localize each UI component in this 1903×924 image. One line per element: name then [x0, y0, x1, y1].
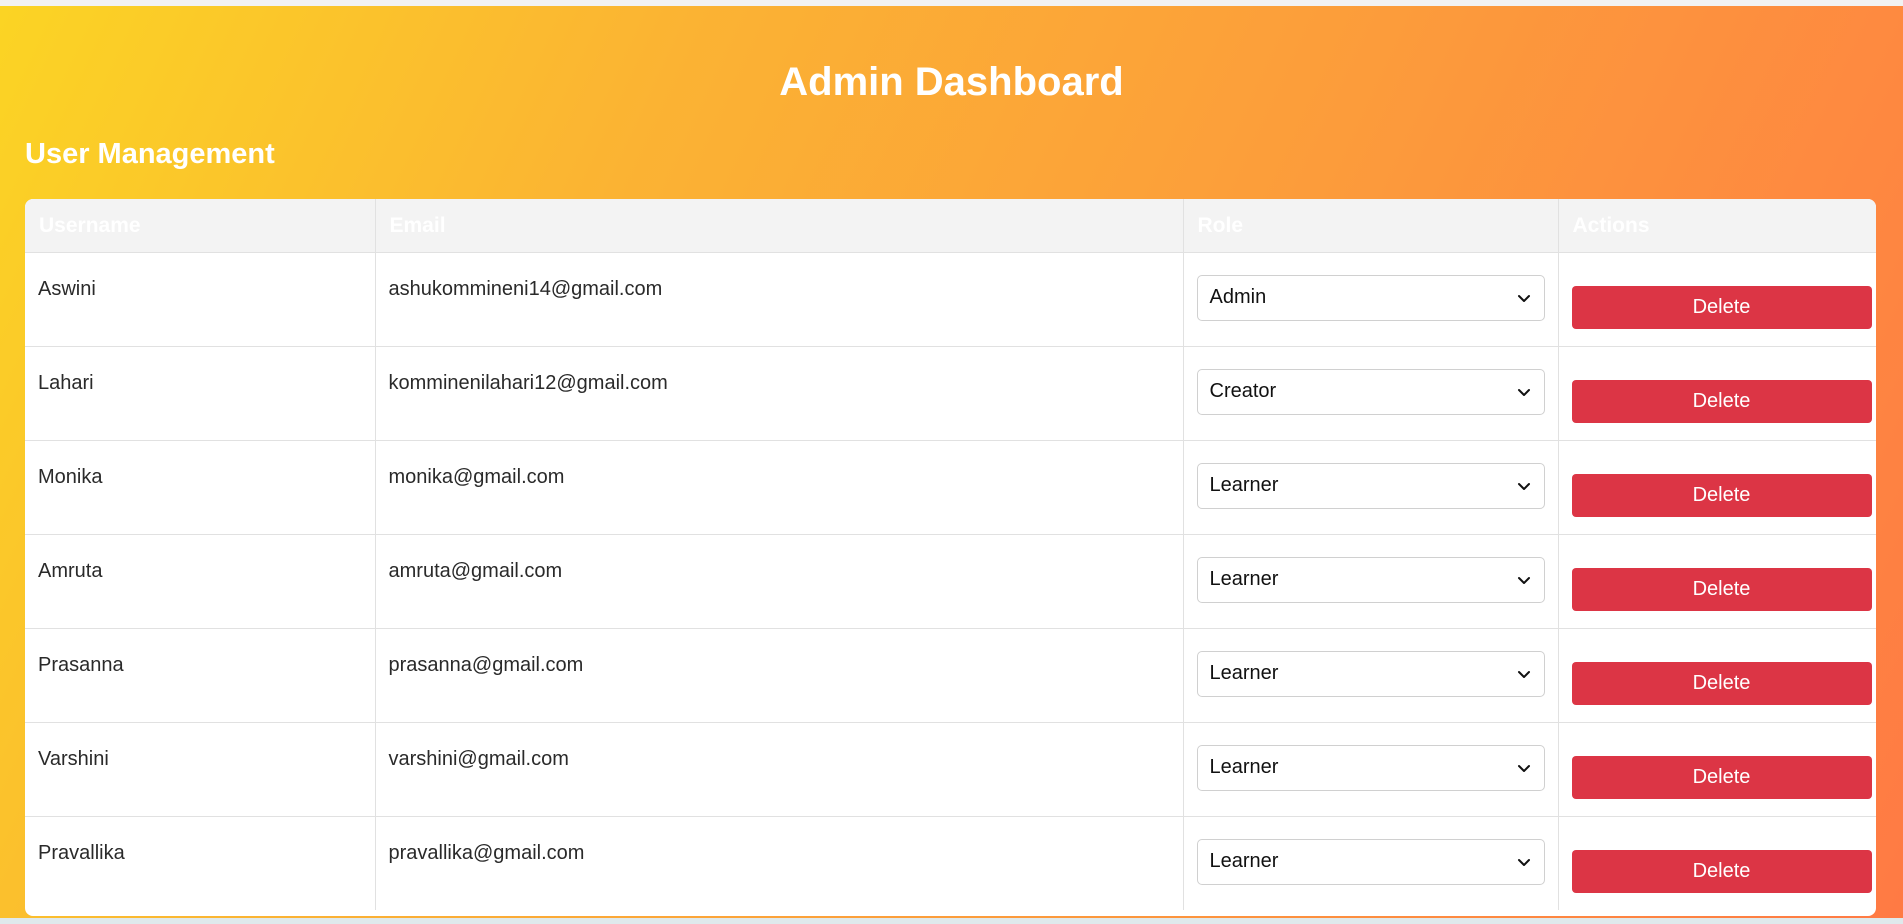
delete-button[interactable]: Delete	[1571, 850, 1872, 893]
email-cell: prasanna@gmail.com	[375, 628, 1184, 723]
chevron-down-icon	[1517, 576, 1530, 584]
actions-cell: Delete	[1558, 440, 1876, 535]
actions-cell: Delete	[1558, 534, 1876, 629]
column-header-email: Email	[375, 199, 1184, 253]
table-row: Prasanna prasanna@gmail.com Learner Dele…	[25, 628, 1876, 723]
username-cell: Prasanna	[25, 628, 376, 723]
section-title: User Management	[25, 138, 275, 170]
role-selected-value: Learner	[1209, 850, 1279, 872]
actions-cell: Delete	[1558, 628, 1876, 723]
email-cell: varshini@gmail.com	[375, 722, 1184, 817]
email: ashukommineni14@gmail.com	[388, 278, 663, 300]
delete-button[interactable]: Delete	[1571, 474, 1872, 517]
column-header-role: Role	[1183, 199, 1559, 253]
delete-button[interactable]: Delete	[1571, 756, 1872, 799]
table-header-row: Username Email Role Actions	[25, 199, 1876, 253]
table-row: Lahari komminenilahari12@gmail.com Creat…	[25, 346, 1876, 441]
role-selected-value: Learner	[1209, 756, 1279, 778]
username: Prasanna	[38, 654, 124, 676]
admin-dashboard-page: Admin Dashboard User Management Username…	[0, 6, 1903, 918]
username: Amruta	[38, 560, 103, 582]
username-cell: Varshini	[25, 722, 376, 817]
chevron-down-icon	[1517, 858, 1530, 866]
email: monika@gmail.com	[388, 466, 565, 488]
username: Varshini	[38, 748, 109, 770]
role-selected-value: Learner	[1209, 662, 1279, 684]
user-table-card: Username Email Role Actions Aswini ashuk…	[25, 199, 1876, 916]
table-row: Varshini varshini@gmail.com Learner Dele…	[25, 722, 1876, 817]
table-row: Amruta amruta@gmail.com Learner Delete	[25, 534, 1876, 629]
role-select[interactable]: Learner	[1196, 744, 1545, 791]
email-cell: ashukommineni14@gmail.com	[375, 252, 1184, 347]
column-header-actions: Actions	[1558, 199, 1876, 253]
role-selected-value: Creator	[1209, 380, 1277, 402]
chevron-down-icon	[1517, 388, 1530, 396]
delete-button[interactable]: Delete	[1571, 568, 1872, 611]
actions-cell: Delete	[1558, 722, 1876, 817]
role-cell: Learner	[1183, 534, 1559, 629]
email: prasanna@gmail.com	[388, 654, 584, 676]
delete-button[interactable]: Delete	[1571, 286, 1872, 329]
actions-cell: Delete	[1558, 346, 1876, 441]
username-cell: Amruta	[25, 534, 376, 629]
username: Aswini	[38, 278, 96, 300]
username-cell: Pravallika	[25, 816, 376, 910]
table-row: Pravallika pravallika@gmail.com Learner …	[25, 816, 1876, 911]
chevron-down-icon	[1517, 764, 1530, 772]
role-selected-value: Learner	[1209, 568, 1279, 590]
table-row: Monika monika@gmail.com Learner Delete	[25, 440, 1876, 535]
username-cell: Monika	[25, 440, 376, 535]
email: amruta@gmail.com	[388, 560, 563, 582]
email-cell: pravallika@gmail.com	[375, 816, 1184, 910]
email-cell: komminenilahari12@gmail.com	[375, 346, 1184, 441]
user-table: Username Email Role Actions Aswini ashuk…	[25, 199, 1876, 910]
role-select[interactable]: Creator	[1196, 368, 1545, 415]
chevron-down-icon	[1517, 482, 1530, 490]
role-cell: Learner	[1183, 816, 1559, 910]
actions-cell: Delete	[1558, 252, 1876, 347]
delete-button[interactable]: Delete	[1571, 662, 1872, 705]
role-select[interactable]: Learner	[1196, 650, 1545, 697]
username: Lahari	[38, 372, 94, 394]
username-cell: Aswini	[25, 252, 376, 347]
chevron-down-icon	[1517, 670, 1530, 678]
role-select[interactable]: Admin	[1196, 274, 1545, 321]
actions-cell: Delete	[1558, 817, 1876, 911]
role-cell: Learner	[1183, 440, 1559, 535]
delete-button[interactable]: Delete	[1571, 380, 1872, 423]
username: Pravallika	[38, 842, 125, 864]
email-cell: monika@gmail.com	[375, 440, 1184, 535]
table-row: Aswini ashukommineni14@gmail.com Admin D…	[25, 252, 1876, 347]
email: varshini@gmail.com	[388, 748, 569, 770]
role-selected-value: Learner	[1209, 474, 1279, 496]
column-header-username: Username	[25, 199, 376, 253]
role-cell: Admin	[1183, 252, 1559, 347]
email: komminenilahari12@gmail.com	[388, 372, 668, 394]
chevron-down-icon	[1517, 294, 1530, 302]
role-selected-value: Admin	[1209, 286, 1267, 308]
username-cell: Lahari	[25, 346, 376, 441]
email: pravallika@gmail.com	[388, 842, 585, 864]
user-table-body: Aswini ashukommineni14@gmail.com Admin D…	[25, 252, 1876, 911]
username: Monika	[38, 466, 103, 488]
role-cell: Learner	[1183, 628, 1559, 723]
page-title: Admin Dashboard	[779, 60, 1124, 104]
role-select[interactable]: Learner	[1196, 556, 1545, 603]
role-select[interactable]: Learner	[1196, 462, 1545, 509]
role-cell: Creator	[1183, 346, 1559, 441]
email-cell: amruta@gmail.com	[375, 534, 1184, 629]
role-cell: Learner	[1183, 722, 1559, 817]
role-select[interactable]: Learner	[1196, 838, 1545, 885]
